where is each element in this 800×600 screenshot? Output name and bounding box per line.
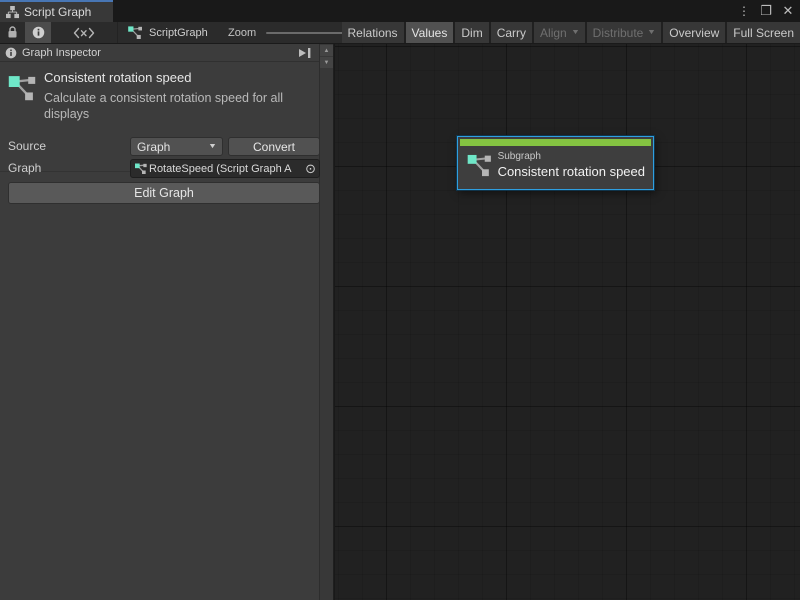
script-graph-icon — [128, 26, 143, 39]
maximize-icon[interactable]: ❐ — [758, 1, 774, 21]
button-label: Full Screen — [733, 26, 794, 40]
toolbar-button-carry[interactable]: Carry — [491, 22, 532, 43]
inspector-header: Graph Inspector — [0, 44, 320, 62]
window-controls: ⋮ ❐ ✕ — [736, 0, 796, 22]
node-texts: Subgraph Consistent rotation speed — [498, 151, 645, 179]
inspector-title: Graph Inspector — [22, 47, 290, 59]
convert-button-label: Convert — [253, 140, 295, 154]
dock-panel-button[interactable] — [295, 45, 315, 61]
chevron-down-icon: ▼ — [571, 29, 580, 36]
button-label: Overview — [669, 26, 719, 40]
scroll-up-button[interactable]: ▲ — [320, 45, 333, 56]
toolbar-button-relations[interactable]: Relations — [342, 22, 404, 43]
graph-label: Graph — [8, 161, 41, 175]
summary-text: Consistent rotation speed Calculate a co… — [44, 70, 312, 122]
inspector-scrollbar[interactable]: ▲ ▼ — [319, 44, 333, 600]
code-preview-icon — [73, 27, 95, 39]
scroll-up-icon: ▲ — [324, 48, 330, 54]
graph-summary: Consistent rotation speed Calculate a co… — [0, 62, 320, 130]
toolbar-buttons: Relations Values Dim Carry Align ▼ Distr… — [342, 22, 800, 43]
graph-description: Calculate a consistent rotation speed fo… — [44, 90, 312, 122]
source-field-row: Source Graph ▼ Convert — [0, 137, 320, 156]
close-icon[interactable]: ✕ — [780, 1, 796, 21]
graph-canvas[interactable]: Subgraph Consistent rotation speed — [335, 44, 800, 600]
button-label: Values — [412, 26, 448, 40]
node-title: Consistent rotation speed — [498, 164, 645, 179]
edit-graph-button[interactable]: Edit Graph — [8, 182, 320, 204]
toolbar-button-values[interactable]: Values — [406, 22, 454, 43]
toolbar-separator — [117, 22, 118, 43]
node-body: Subgraph Consistent rotation speed — [458, 146, 653, 179]
button-label: Align — [540, 26, 567, 40]
chevron-down-icon: ▼ — [208, 143, 217, 150]
toolbar-button-dim[interactable]: Dim — [455, 22, 488, 43]
node-header-bar — [460, 139, 651, 146]
script-graph-window: Script Graph ⋮ ❐ ✕ — [0, 0, 800, 600]
lock-button[interactable] — [0, 22, 24, 43]
source-dropdown-value: Graph — [137, 140, 204, 154]
scroll-down-button[interactable]: ▼ — [320, 57, 333, 68]
lock-icon — [7, 26, 18, 39]
graph-asset-icon — [8, 70, 36, 104]
graph-hierarchy-icon — [6, 6, 19, 19]
button-label: Distribute — [593, 26, 644, 40]
graph-object-value: RotateSpeed (Script Graph A — [149, 163, 304, 175]
zoom-label: Zoom — [228, 27, 256, 39]
scroll-down-icon: ▼ — [324, 60, 330, 66]
graph-title: Consistent rotation speed — [44, 70, 312, 85]
breadcrumb[interactable]: ScriptGraph — [128, 22, 208, 43]
inspector-toggle-button[interactable] — [25, 22, 51, 43]
info-icon — [5, 47, 17, 59]
object-picker-icon[interactable]: ⊙ — [304, 160, 317, 177]
dock-right-icon — [298, 47, 312, 59]
convert-button[interactable]: Convert — [228, 137, 320, 156]
breadcrumb-label: ScriptGraph — [149, 27, 208, 39]
tab-bar: Script Graph ⋮ ❐ ✕ — [0, 0, 800, 22]
toolbar-button-align[interactable]: Align ▼ — [534, 22, 585, 43]
button-label: Carry — [497, 26, 526, 40]
graph-inspector-panel: Graph Inspector ▲ ▼ — [0, 44, 334, 600]
tab-title: Script Graph — [24, 5, 91, 19]
source-label: Source — [8, 139, 46, 153]
subgraph-node[interactable]: Subgraph Consistent rotation speed — [457, 136, 654, 190]
chevron-down-icon: ▼ — [647, 29, 656, 36]
button-label: Dim — [461, 26, 482, 40]
button-label: Relations — [348, 26, 398, 40]
code-preview-button[interactable] — [60, 22, 108, 43]
toolbar-button-fullscreen[interactable]: Full Screen — [727, 22, 800, 43]
edit-graph-button-label: Edit Graph — [134, 186, 194, 200]
graph-asset-icon — [467, 150, 492, 179]
graph-field-row: Graph RotateSpeed (Script Graph A ⊙ — [0, 159, 320, 178]
graph-toolbar: ScriptGraph Zoom 1x Relations Values Dim… — [0, 22, 800, 44]
window-menu-icon[interactable]: ⋮ — [736, 1, 752, 21]
toolbar-button-overview[interactable]: Overview — [663, 22, 725, 43]
script-graph-icon — [135, 163, 147, 174]
tab-script-graph[interactable]: Script Graph — [0, 0, 113, 22]
node-type-label: Subgraph — [498, 151, 645, 162]
source-dropdown[interactable]: Graph ▼ — [130, 137, 223, 156]
toolbar-button-distribute[interactable]: Distribute ▼ — [587, 22, 662, 43]
graph-object-field[interactable]: RotateSpeed (Script Graph A ⊙ — [130, 159, 320, 178]
info-icon — [32, 26, 45, 39]
